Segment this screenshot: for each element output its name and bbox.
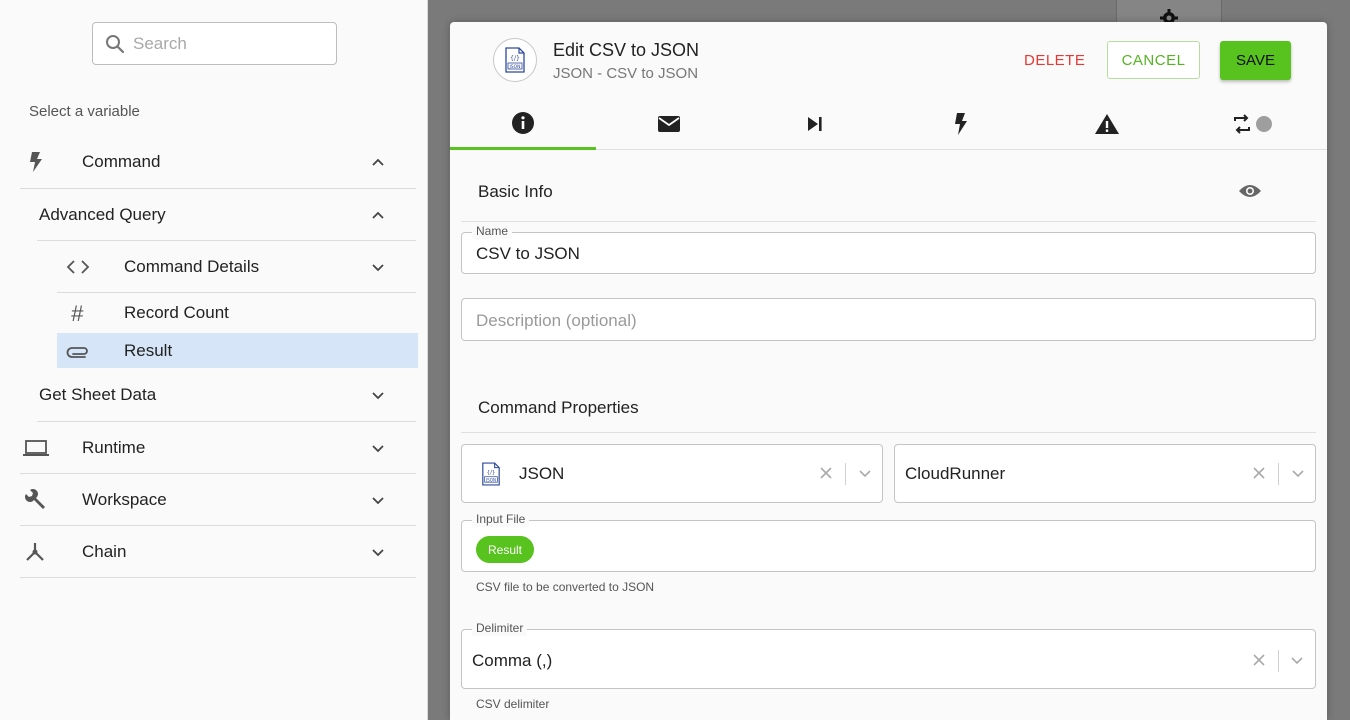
tree-item-label: Advanced Query: [39, 205, 166, 224]
chevron-down-icon[interactable]: [857, 465, 873, 481]
tree-item-label: Chain: [82, 542, 127, 561]
divider: [461, 221, 1316, 222]
tree-item-chain[interactable]: Chain: [20, 526, 416, 578]
svg-text:{/}: {/}: [510, 55, 520, 62]
lightning-icon: [955, 113, 967, 135]
divider: [461, 432, 1316, 433]
json-file-icon: {/}JSON: [482, 462, 500, 486]
eye-icon[interactable]: [1238, 182, 1262, 200]
runner-value: CloudRunner: [905, 464, 1006, 483]
dialog-title: Edit CSV to JSON: [553, 40, 700, 60]
tree-item-result[interactable]: Result: [57, 333, 418, 368]
input-file-chip[interactable]: Result: [476, 536, 535, 563]
edit-command-dialog: {/} JSON Edit CSV to JSON JSON - CSV to J…: [450, 22, 1327, 720]
delimiter-value: Comma (,): [472, 651, 553, 670]
fork-icon: [24, 541, 46, 563]
tree-item-get-sheet-data[interactable]: Get Sheet Data: [20, 369, 416, 421]
tree-item-advanced-query[interactable]: Advanced Query: [20, 189, 416, 241]
code-icon: [65, 257, 91, 277]
paperclip-icon: [65, 342, 91, 360]
wrench-icon: [22, 488, 48, 512]
tab-next-step[interactable]: [742, 98, 888, 150]
tree-item-label: Command Details: [124, 257, 260, 276]
tree-item-label: Get Sheet Data: [39, 385, 157, 404]
basic-info-title: Basic Info: [478, 182, 553, 201]
cancel-button[interactable]: CANCEL: [1107, 41, 1200, 79]
delimiter-helper: CSV delimiter: [476, 697, 550, 711]
dialog-tabs: [450, 98, 1327, 150]
tree-item-label: Command: [82, 152, 161, 171]
chevron-up-icon: [372, 211, 384, 219]
warning-icon: [1095, 114, 1119, 134]
tab-loop[interactable]: [1180, 98, 1326, 150]
command-properties-title: Command Properties: [478, 398, 639, 417]
chevron-up-icon: [372, 158, 384, 166]
svg-text:{/}: {/}: [487, 470, 496, 476]
background-settings-cell: [1116, 0, 1222, 24]
chevron-down-icon[interactable]: [1289, 652, 1305, 668]
laptop-icon: [22, 438, 50, 458]
divider: [1278, 650, 1279, 672]
runner-select[interactable]: CloudRunner: [894, 444, 1316, 503]
background-toolbar: [428, 0, 1350, 24]
tree-item-record-count[interactable]: # Record Count: [57, 293, 416, 333]
chevron-down-icon: [372, 497, 384, 505]
description-placeholder: Description (optional): [476, 311, 637, 330]
tree-item-label: Runtime: [82, 438, 146, 457]
delimiter-label: Delimiter: [472, 620, 528, 636]
tree-item-command[interactable]: Command: [20, 136, 416, 188]
tree-item-runtime[interactable]: Runtime: [20, 422, 416, 474]
mail-icon: [658, 116, 680, 132]
search-box[interactable]: [92, 22, 337, 65]
chevron-down-icon[interactable]: [1290, 465, 1306, 481]
clear-icon[interactable]: [1251, 652, 1267, 668]
search-icon: [106, 35, 125, 54]
tree-item-command-details[interactable]: Command Details: [57, 241, 416, 293]
info-icon: [512, 111, 534, 134]
chevron-down-icon: [372, 392, 384, 400]
name-field[interactable]: Name CSV to JSON: [461, 223, 1316, 274]
delete-button[interactable]: DELETE: [1014, 41, 1095, 79]
tab-errors[interactable]: [1034, 98, 1180, 150]
svg-text:JSON: JSON: [485, 477, 496, 482]
clear-icon[interactable]: [1251, 465, 1267, 481]
tab-info[interactable]: [450, 98, 596, 150]
delimiter-select[interactable]: Delimiter Comma (,): [461, 620, 1316, 689]
select-variable-label: Select a variable: [29, 103, 140, 120]
tree-item-workspace[interactable]: Workspace: [20, 474, 416, 526]
chevron-down-icon: [372, 549, 384, 557]
tree-item-label: Result: [124, 340, 173, 360]
divider: [1278, 463, 1279, 485]
input-file-label: Input File: [472, 511, 530, 527]
name-field-label: Name: [472, 223, 513, 239]
divider: [20, 577, 416, 578]
chevron-down-icon: [372, 264, 384, 272]
dialog-subtitle: JSON - CSV to JSON: [553, 65, 699, 82]
json-file-icon: {/} JSON: [493, 38, 537, 82]
input-file-field[interactable]: Input File Result: [461, 511, 1316, 572]
repeat-toggle-icon: [1234, 114, 1272, 134]
chevron-down-icon: [372, 445, 384, 453]
connector-select[interactable]: {/} JSON JSON: [461, 444, 883, 503]
search-input[interactable]: [133, 33, 323, 55]
variable-picker-panel: Select a variable Command Advanced Query…: [0, 0, 428, 720]
save-button[interactable]: SAVE: [1220, 41, 1291, 80]
tree-item-label: Workspace: [82, 490, 167, 509]
hash-icon: #: [70, 301, 84, 326]
skip-next-icon: [808, 117, 822, 131]
input-file-helper: CSV file to be converted to JSON: [476, 580, 655, 594]
svg-text:JSON: JSON: [508, 64, 520, 70]
clear-icon[interactable]: [818, 465, 834, 481]
description-field[interactable]: Description (optional): [461, 298, 1316, 341]
tab-triggers[interactable]: [888, 98, 1034, 150]
connector-value: JSON: [519, 464, 565, 483]
divider: [845, 463, 846, 485]
lightning-icon: [28, 152, 44, 172]
tree-item-label: Record Count: [124, 303, 229, 322]
name-field-value: CSV to JSON: [476, 244, 580, 263]
tab-notifications[interactable]: [596, 98, 742, 150]
